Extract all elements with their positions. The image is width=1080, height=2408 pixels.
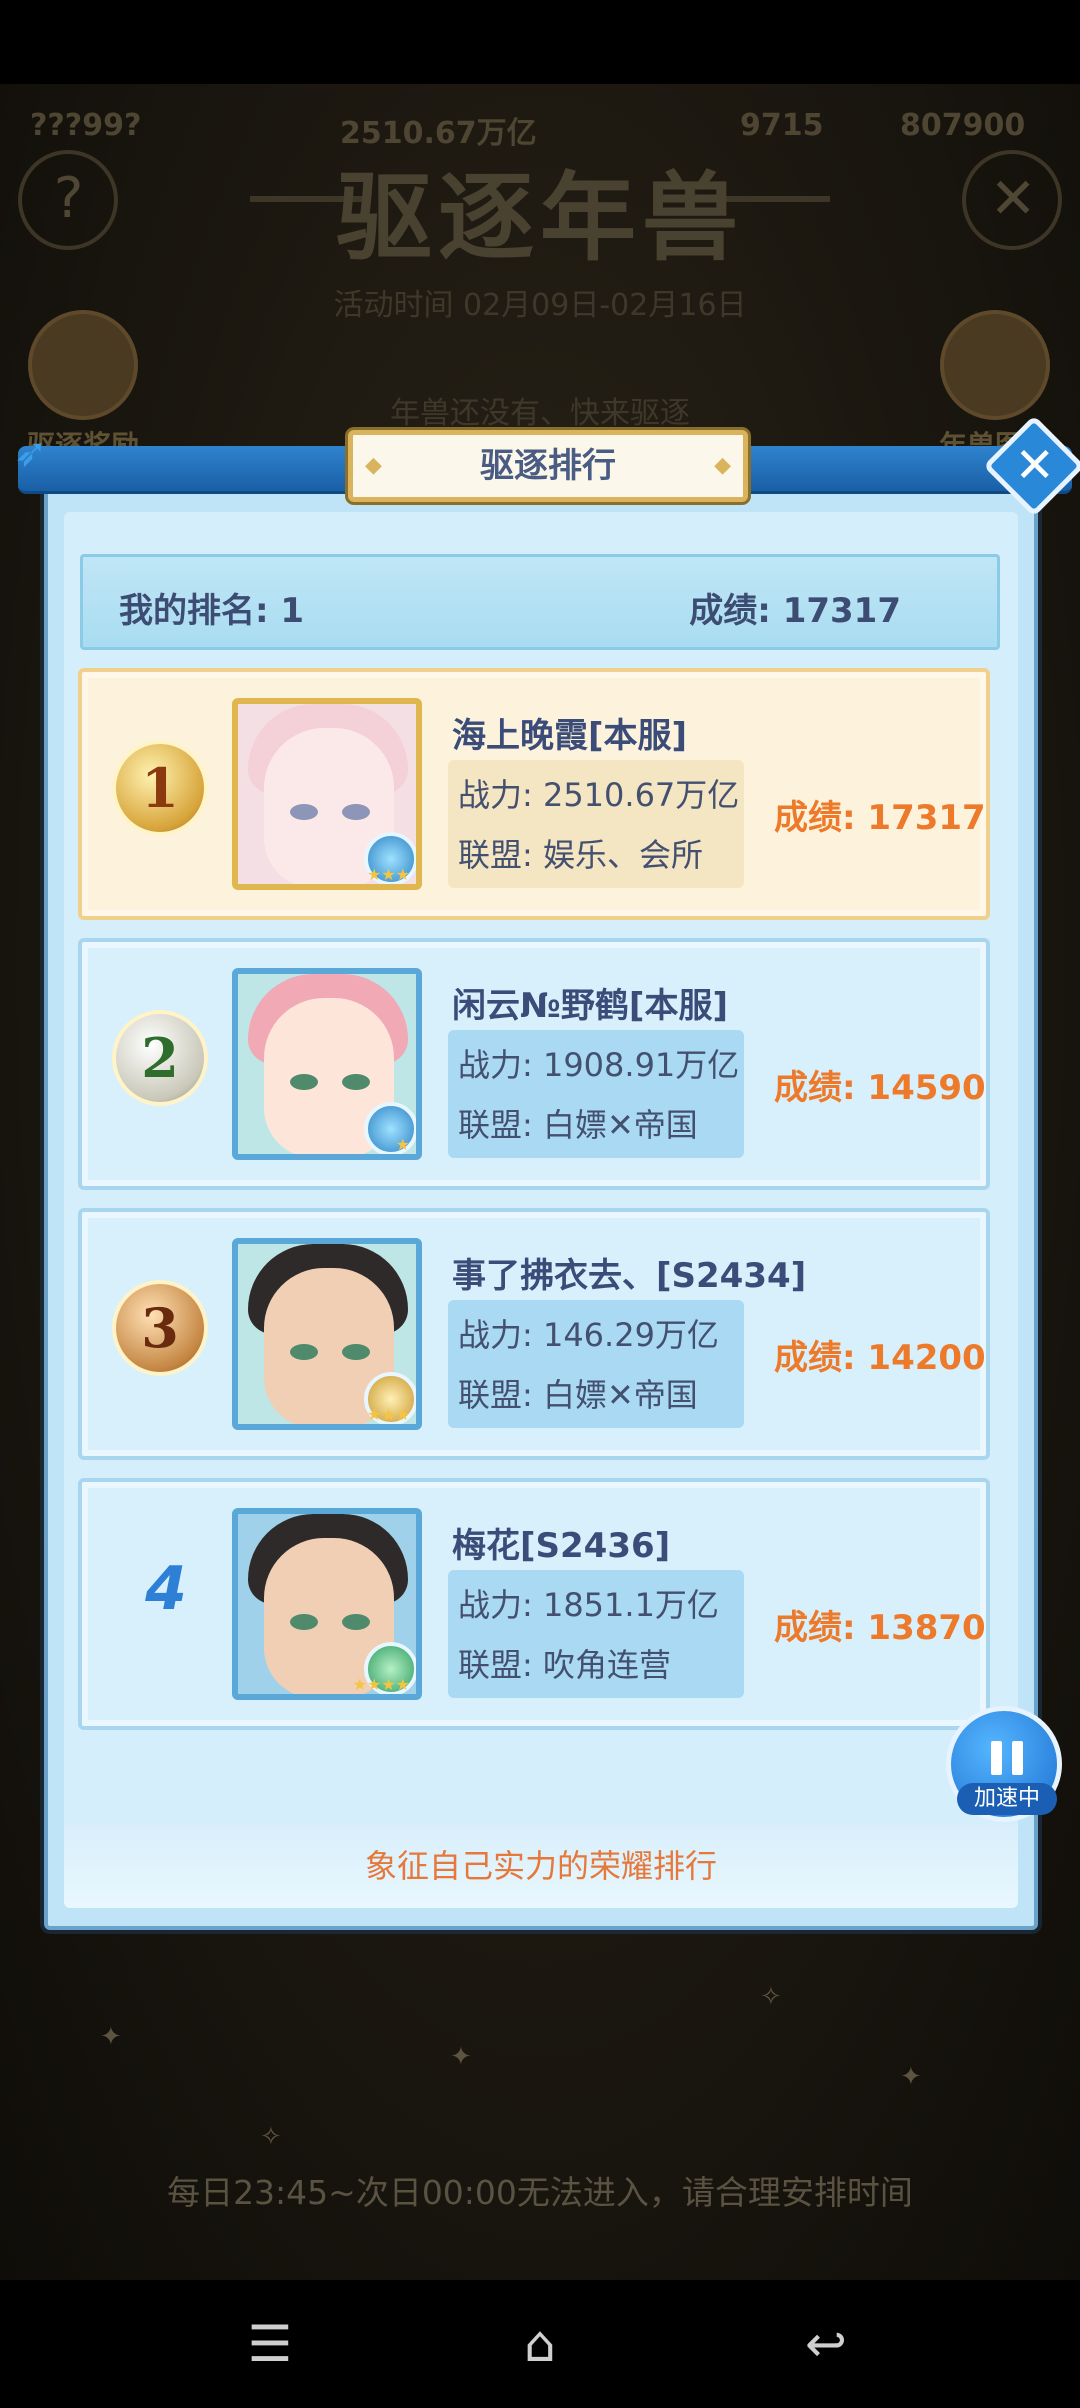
system-nav-bar: ☰ ⌂ ↩ (0, 2280, 1080, 2408)
player-name: 海上晚霞[本服] (452, 716, 688, 756)
player-stats: 战力: 2510.67万亿 联盟: 娱乐、会所 (448, 760, 744, 888)
avatar[interactable]: ★★★ (232, 1238, 422, 1430)
decor-star-icon: ✧ (260, 2122, 282, 2152)
star-rating-icon: ★★★ (366, 865, 410, 884)
chest-icon (28, 310, 138, 420)
player-stats: 战力: 146.29万亿 联盟: 白嫖✕帝国 (448, 1300, 744, 1428)
ranking-list[interactable]: 1 ★★★ 海上晚霞[本服] 战力: 2510.67万亿 联盟: 娱乐、会所 成… (64, 668, 1004, 1748)
decor-star-icon: ✧ (760, 1982, 782, 2012)
ranking-row[interactable]: 3 ★★★ 事了拂衣去、[S2434] 战力: 146.29万亿 联盟: 白嫖✕… (78, 1208, 990, 1460)
player-name: 梅花[S2436] (452, 1526, 671, 1566)
stat-vip: ???99? (30, 108, 142, 143)
event-info: 年兽还没有、快来驱逐 (390, 396, 690, 431)
player-power: 战力: 1908.91万亿 (458, 1046, 740, 1084)
beast-mask-icon (940, 310, 1050, 420)
star-rating-icon: ★★★ (366, 1405, 410, 1424)
avatar[interactable]: ★ (232, 968, 422, 1160)
ranking-row[interactable]: 4 ★★★★ 梅花[S2436] 战力: 1851.1万亿 联盟: 吹角连营 成… (78, 1478, 990, 1730)
ribbon-icon: ➶ (14, 430, 48, 476)
status-bar (0, 0, 1080, 84)
star-rating-icon: ★★★★ (352, 1675, 410, 1694)
silver-medal-icon: 2 (112, 1010, 208, 1106)
player-score: 成绩: 14590 (774, 1068, 986, 1108)
back-icon[interactable]: ↩ (786, 2314, 866, 2374)
player-alliance: 联盟: 白嫖✕帝国 (458, 1106, 698, 1144)
ranking-row[interactable]: 1 ★★★ 海上晚霞[本服] 战力: 2510.67万亿 联盟: 娱乐、会所 成… (78, 668, 990, 920)
player-stats: 战力: 1851.1万亿 联盟: 吹角连营 (448, 1570, 744, 1698)
player-score: 成绩: 17317 (774, 798, 986, 838)
panel-body: 我的排名: 1 成绩: 17317 1 ★★★ 海上晚霞[本服] 战力: 251… (64, 512, 1018, 1908)
decor-star-icon: ✦ (900, 2062, 922, 2092)
menu-icon[interactable]: ☰ (230, 2314, 310, 2374)
panel-title: 驱逐排行 (348, 430, 748, 502)
player-power: 战力: 146.29万亿 (458, 1316, 719, 1354)
player-score: 成绩: 13870 (774, 1608, 986, 1648)
my-score: 成绩: 17317 (689, 591, 901, 631)
speed-up-button[interactable]: 加速中 (946, 1706, 1062, 1822)
pause-icon (991, 1741, 1023, 1775)
my-rank-bar: 我的排名: 1 成绩: 17317 (80, 554, 1000, 650)
stat-gold: 807900 (900, 108, 1026, 143)
event-title: 驱逐年兽 (336, 162, 744, 274)
player-alliance: 联盟: 娱乐、会所 (458, 836, 703, 874)
close-icon: ✕ (1014, 437, 1055, 494)
stat-gems: 9715 (740, 108, 824, 143)
avatar[interactable]: ★★★★ (232, 1508, 422, 1700)
home-icon[interactable]: ⌂ (500, 2314, 580, 2374)
player-name: 闲云№野鹤[本服] (452, 986, 728, 1026)
ranking-panel: ➶ 驱逐排行 ✕ 我的排名: 1 成绩: 17317 1 ★★★ 海上晚霞[本服… (14, 415, 1080, 1930)
player-alliance: 联盟: 白嫖✕帝国 (458, 1376, 698, 1414)
player-score: 成绩: 14200 (774, 1338, 986, 1378)
ranking-row[interactable]: 2 ★ 闲云№野鹤[本服] 战力: 1908.91万亿 联盟: 白嫖✕帝国 成绩… (78, 938, 990, 1190)
player-name: 事了拂衣去、[S2434] (452, 1256, 807, 1296)
rank-number: 4 (145, 1554, 187, 1624)
event-date: 活动时间 02月09日-02月16日 (333, 288, 747, 323)
avatar[interactable]: ★★★ (232, 698, 422, 890)
bronze-medal-icon: 3 (112, 1280, 208, 1376)
decor-star-icon: ✦ (100, 2022, 122, 2052)
player-power: 战力: 2510.67万亿 (458, 776, 740, 814)
speed-up-label: 加速中 (957, 1783, 1057, 1815)
decor-star-icon: ✦ (450, 2042, 472, 2072)
my-rank: 我的排名: 1 (119, 591, 305, 631)
player-power: 战力: 1851.1万亿 (458, 1586, 719, 1624)
panel-footer-text: 象征自己实力的荣耀排行 (64, 1824, 1018, 1908)
star-rating-icon: ★ (395, 1135, 410, 1154)
maintenance-notice: 每日23:45~次日00:00无法进入，请合理安排时间 (167, 2173, 913, 2212)
player-alliance: 联盟: 吹角连营 (458, 1646, 671, 1684)
gold-medal-icon: 1 (112, 740, 208, 836)
player-stats: 战力: 1908.91万亿 联盟: 白嫖✕帝国 (448, 1030, 744, 1158)
